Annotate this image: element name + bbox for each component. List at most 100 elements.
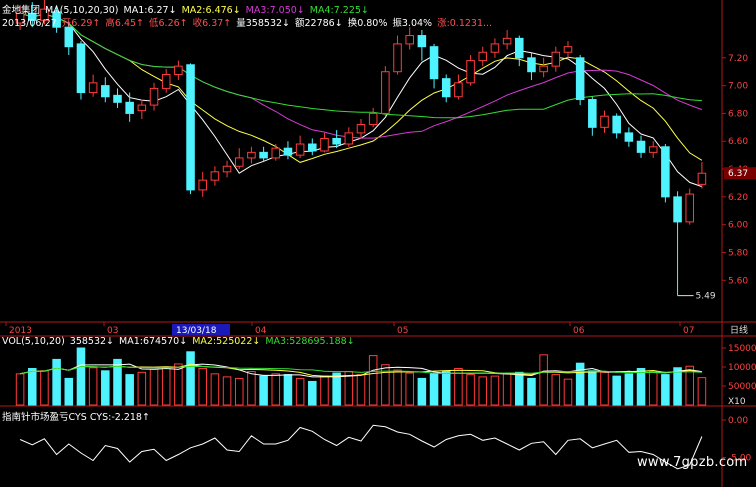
candle-up bbox=[368, 112, 378, 126]
volume-ma3-line bbox=[19, 365, 702, 375]
volume-bar-up bbox=[222, 376, 232, 406]
candle-up bbox=[198, 179, 207, 191]
volume-bar-down bbox=[101, 370, 110, 406]
price-tick-label: 7.20 bbox=[728, 54, 748, 64]
volume-tick-label: 100000 bbox=[728, 363, 756, 373]
volume-bar-up bbox=[198, 368, 207, 406]
volume-bar-up bbox=[320, 375, 329, 406]
volume-bar-down bbox=[64, 377, 74, 406]
volume-bar-down bbox=[259, 375, 268, 406]
selected-date-label: 13/03/18 bbox=[176, 326, 217, 336]
indicator-value: CYS:-2.218↑ bbox=[89, 412, 150, 423]
candle-down bbox=[332, 137, 341, 145]
volume-tick-label: 150000 bbox=[728, 344, 756, 354]
low-marker-label: 5.49 bbox=[696, 292, 716, 302]
volume-bar-up bbox=[137, 371, 147, 406]
candle-down bbox=[661, 146, 670, 198]
candle-up bbox=[685, 193, 695, 223]
candle-up bbox=[551, 51, 561, 67]
volume-bar-up bbox=[174, 363, 183, 406]
current-price-label: 6.37 bbox=[728, 169, 748, 179]
candle-down bbox=[417, 35, 427, 48]
volume-bar-up bbox=[161, 366, 171, 406]
candle-down bbox=[575, 57, 585, 101]
candle-down bbox=[636, 140, 646, 153]
candle-up bbox=[539, 65, 548, 73]
candle-down bbox=[113, 94, 122, 103]
quote-amplitude: 振3.04% bbox=[392, 18, 433, 29]
candle-down bbox=[673, 196, 682, 223]
volume-bar-down bbox=[661, 374, 670, 406]
volume-bar-down bbox=[612, 375, 621, 406]
volume-bar-up bbox=[15, 373, 25, 406]
vol-label: VOL(5,10,20) bbox=[2, 336, 65, 347]
vol-ma3: MA3:528695.188↓ bbox=[265, 336, 355, 347]
candle-up bbox=[149, 87, 159, 106]
candle-up bbox=[137, 104, 147, 112]
candle-up bbox=[320, 137, 329, 152]
date-tick-label: 04 bbox=[255, 326, 267, 336]
candle-up bbox=[405, 35, 414, 45]
volume-bar-up bbox=[356, 374, 366, 406]
volume-bar-up bbox=[454, 368, 463, 406]
candle-up bbox=[454, 82, 463, 98]
date-tick-label: 06 bbox=[573, 326, 585, 336]
price-tick-label: 5.60 bbox=[728, 276, 748, 286]
volume-bar-up bbox=[551, 374, 561, 406]
candle-up bbox=[234, 157, 244, 167]
candle-down bbox=[441, 78, 451, 98]
volume-bar-up bbox=[648, 371, 658, 406]
volume-bar-down bbox=[186, 351, 195, 406]
candle-down bbox=[186, 64, 195, 191]
candle-up bbox=[648, 146, 658, 153]
quote-change: 涨:0.1231... bbox=[437, 18, 493, 29]
quote-high: 高6.45↑ bbox=[105, 18, 145, 29]
candle-down bbox=[101, 85, 110, 98]
price-tick-label: 6.20 bbox=[728, 193, 748, 203]
volume-bar-up bbox=[697, 377, 707, 406]
volume-bar-up bbox=[393, 369, 402, 406]
candle-down bbox=[429, 46, 439, 80]
price-tick-label: 6.60 bbox=[728, 137, 748, 147]
candle-up bbox=[247, 151, 256, 159]
volume-bar-down bbox=[308, 380, 317, 406]
volume-bar-up bbox=[234, 377, 244, 406]
volume-bar-up bbox=[210, 373, 220, 406]
volume-header: VOL(5,10,20) 358532↓ MA1:674570↓ MA2:525022… bbox=[2, 336, 360, 347]
candle-down bbox=[612, 115, 621, 134]
volume-bar-down bbox=[624, 373, 634, 406]
volume-bar-down bbox=[417, 377, 427, 406]
quote-close: 收6.37↑ bbox=[192, 18, 232, 29]
candle-down bbox=[125, 101, 134, 114]
price-tick-label: 7.00 bbox=[728, 82, 748, 92]
date-tick-label: 07 bbox=[683, 326, 694, 336]
volume-bar-down bbox=[441, 371, 451, 406]
volume-bar-up bbox=[405, 372, 414, 406]
ma-header: 金地集团 MA(5,10,20,30) MA1:6.27↓ MA2:6.476↓ MA3… bbox=[2, 2, 374, 16]
volume-bar-down bbox=[283, 374, 293, 406]
vol-ma2: MA2:525022↓ bbox=[192, 336, 261, 347]
candle-up bbox=[161, 73, 171, 89]
volume-unit-label: X10 bbox=[728, 397, 746, 407]
candle-up bbox=[490, 43, 500, 53]
watermark: www.7gpzb.com bbox=[637, 455, 748, 470]
volume-bar-down bbox=[76, 347, 86, 406]
volume-bar-down bbox=[429, 373, 439, 406]
candle-up bbox=[393, 43, 402, 73]
volume-bar-up bbox=[478, 376, 488, 406]
candle-up bbox=[356, 124, 366, 134]
candle-down bbox=[259, 151, 268, 159]
quote-header: 2013/06/27 开6.29↑ 高6.45↑ 低6.26↑ 收6.37↑ 量35853… bbox=[2, 15, 497, 29]
cys-line bbox=[19, 424, 703, 470]
candle-up bbox=[271, 147, 281, 159]
candle-up bbox=[466, 60, 475, 84]
candle-up bbox=[381, 71, 390, 114]
volume-bar-down bbox=[515, 371, 524, 406]
price-tick-label: 5.80 bbox=[728, 248, 748, 258]
candle-down bbox=[527, 57, 536, 73]
volume-bar-up bbox=[295, 377, 305, 406]
candle-down bbox=[283, 147, 293, 156]
candle-up bbox=[210, 171, 220, 181]
candle-up bbox=[697, 172, 707, 185]
indicator-tick-label: 0.00 bbox=[728, 416, 748, 426]
